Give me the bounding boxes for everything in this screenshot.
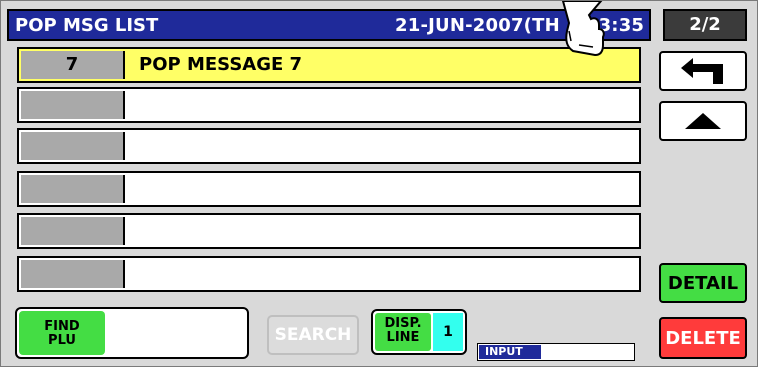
list-row[interactable] [17,213,641,249]
page-up-button[interactable] [659,101,747,141]
disp-line-label-line2: LINE [386,330,420,345]
input-field[interactable]: INPUT [477,343,635,361]
row-number: 7 [21,51,125,79]
list-row[interactable] [17,171,641,207]
date-text: 21-JUN-2007(TH [395,15,560,36]
row-message [129,217,637,245]
page-title: POP MSG LIST [15,15,159,36]
disp-line-field[interactable]: DISP. LINE 1 [371,309,467,355]
triangle-up-icon [685,113,721,129]
pop-msg-list-screen: POP MSG LIST 21-JUN-2007(TH 13:35 2/2 7 P… [0,0,758,367]
disp-line-label-line1: DISP. [384,316,422,331]
delete-button[interactable]: DELETE [659,317,747,359]
find-plu-label: FIND PLU [19,311,105,355]
find-plu-label-line1: FIND [44,319,80,334]
return-arrow-icon [681,58,723,84]
input-label: INPUT [479,345,541,359]
row-number [21,217,125,245]
search-button[interactable]: SEARCH [267,315,359,355]
row-message [129,91,637,119]
row-message [129,175,637,203]
row-number [21,132,125,160]
hand-pointer-icon [561,1,605,57]
list-row[interactable]: 7 POP MESSAGE 7 [17,47,641,83]
detail-button[interactable]: DETAIL [659,263,747,303]
page-indicator: 2/2 [663,9,747,41]
list-row[interactable] [17,256,641,292]
row-number [21,260,125,288]
disp-line-label: DISP. LINE [375,313,431,351]
back-button[interactable] [659,51,747,91]
find-plu-field[interactable]: FIND PLU [15,307,249,359]
row-message [129,132,637,160]
disp-line-value: 1 [433,313,463,351]
row-message [129,260,637,288]
row-number [21,91,125,119]
find-plu-label-line2: PLU [48,333,76,348]
list-row[interactable] [17,128,641,164]
row-number [21,175,125,203]
list-row[interactable] [17,87,641,123]
